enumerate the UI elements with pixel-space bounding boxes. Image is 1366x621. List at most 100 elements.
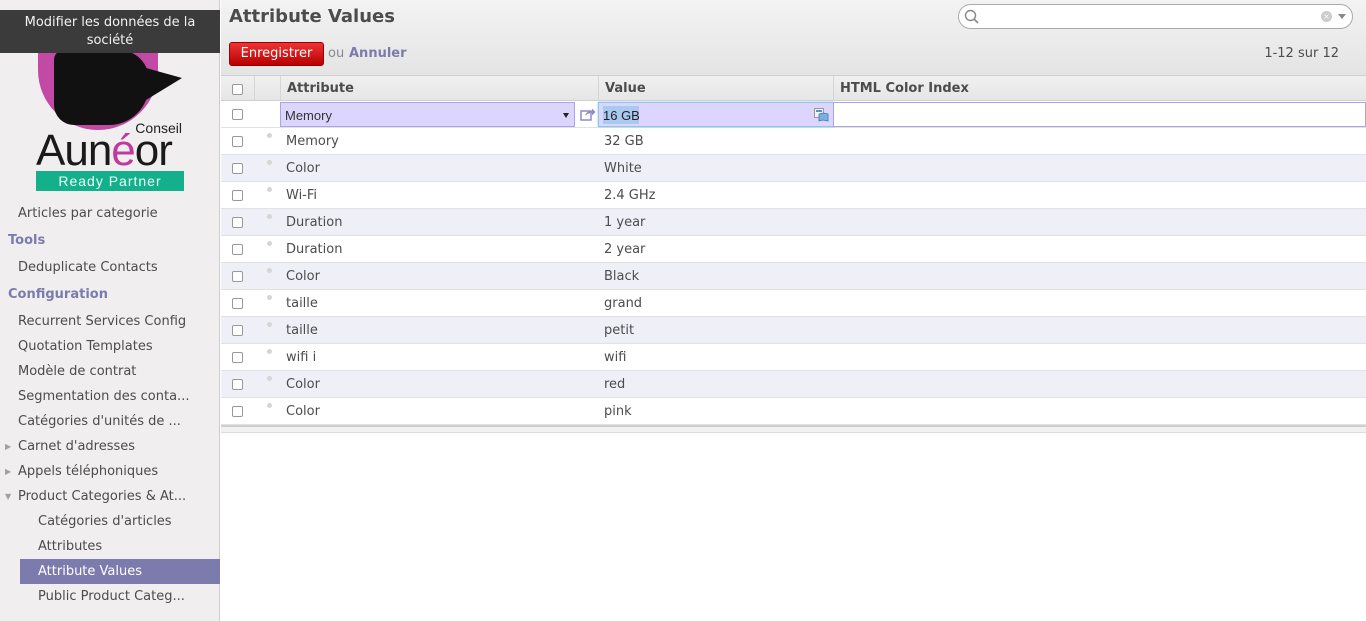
menu-label: Deduplicate Contacts (18, 260, 158, 275)
caret-down-icon[interactable]: ▼ (5, 484, 11, 509)
menu-label: Carnet d'adresses (18, 439, 136, 454)
search-icon (964, 9, 979, 24)
caret-right-icon[interactable]: ▶ (5, 459, 11, 484)
pager: 1-12 sur 12 (1264, 46, 1339, 61)
sidebar-item-recurrent-services-config[interactable]: Recurrent Services Config (0, 309, 220, 334)
table-row[interactable]: Color White (221, 155, 1366, 182)
value-input[interactable] (603, 106, 639, 124)
cell-attribute: wifi i (286, 350, 317, 365)
dropdown-arrow-icon[interactable] (563, 113, 569, 118)
delete-row-icon[interactable] (267, 187, 272, 192)
row-checkbox[interactable] (232, 406, 243, 417)
row-checkbox[interactable] (232, 217, 243, 228)
menu-label: Attributes (38, 539, 103, 554)
table-row[interactable]: Duration 1 year (221, 209, 1366, 236)
search-input[interactable] (981, 8, 1321, 26)
delete-row-icon[interactable] (267, 376, 272, 381)
column-header-value[interactable]: Value (605, 76, 646, 101)
sidebar-item-cat-gories-d-unit-s-de[interactable]: Catégories d'unités de ... (0, 409, 220, 434)
column-header-html-color-index[interactable]: HTML Color Index (840, 76, 969, 101)
sidebar-item-articles-par-categorie[interactable]: Articles par categorie (0, 202, 220, 226)
delete-row-icon[interactable] (267, 295, 272, 300)
menu-label: Catégories d'articles (38, 514, 172, 529)
table-row[interactable]: Memory 32 GB (221, 128, 1366, 155)
cell-value: 1 year (604, 215, 646, 230)
row-checkbox[interactable] (232, 244, 243, 255)
html-color-index-field[interactable] (833, 102, 1366, 127)
sidebar-item-quotation-templates[interactable]: Quotation Templates (0, 334, 220, 359)
delete-row-icon[interactable] (267, 322, 272, 327)
cell-value: Black (604, 269, 640, 284)
logo-badge: Ready Partner (36, 171, 184, 191)
column-separator (598, 76, 599, 101)
html-color-index-input[interactable] (838, 106, 1348, 124)
row-checkbox[interactable] (232, 325, 243, 336)
select-all-checkbox[interactable] (232, 84, 243, 95)
attribute-select[interactable] (280, 102, 575, 127)
sidebar-item-attributes[interactable]: Attributes (0, 534, 220, 559)
translate-icon[interactable] (814, 108, 829, 122)
search-box[interactable]: × (958, 4, 1353, 29)
sidebar-item-mod-le-de-contrat[interactable]: Modèle de contrat (0, 359, 220, 384)
sidebar-item-product-categories-at[interactable]: ▼ Product Categories & At... (0, 484, 220, 509)
table-row[interactable]: wifi i wifi (221, 344, 1366, 371)
cell-attribute: Color (286, 161, 320, 176)
cell-attribute: Duration (286, 215, 343, 230)
table-row[interactable]: Wi-Fi 2.4 GHz (221, 182, 1366, 209)
sidebar-menu: Articles par categorie Tools Deduplicate C… (0, 202, 220, 609)
delete-row-icon[interactable] (267, 133, 272, 138)
table-row[interactable]: taille petit (221, 317, 1366, 344)
delete-row-icon[interactable] (267, 241, 272, 246)
caret-right-icon[interactable]: ▶ (5, 434, 11, 459)
company-logo[interactable]: Modifier les données de la société Conse… (0, 0, 220, 200)
table-row[interactable]: Color red (221, 371, 1366, 398)
delete-row-icon[interactable] (267, 268, 272, 273)
row-checkbox[interactable] (232, 298, 243, 309)
rhino-horn-icon (146, 68, 182, 100)
attribute-input[interactable] (285, 106, 555, 124)
grid-body: Memory 32 GB Color White Wi-Fi 2.4 GHz Duratio… (221, 128, 1366, 425)
menu-label: Quotation Templates (18, 339, 153, 354)
sidebar-item-segmentation-des-conta[interactable]: Segmentation des conta... (0, 384, 220, 409)
table-row[interactable]: Color pink (221, 398, 1366, 425)
rhino-icon (54, 50, 149, 125)
table-row[interactable]: taille grand (221, 290, 1366, 317)
row-checkbox[interactable] (232, 163, 243, 174)
row-checkbox[interactable] (232, 379, 243, 390)
table-row[interactable]: Duration 2 year (221, 236, 1366, 263)
column-header-attribute[interactable]: Attribute (287, 76, 354, 101)
grid-footer (221, 425, 1366, 433)
row-checkbox[interactable] (232, 109, 243, 120)
row-checkbox[interactable] (232, 271, 243, 282)
sidebar-item-deduplicate-contacts[interactable]: Deduplicate Contacts (0, 255, 220, 280)
menu-section-configuration: Configuration (0, 280, 220, 309)
cell-value: pink (604, 404, 632, 419)
menu-section-tools: Tools (0, 226, 220, 255)
column-separator (280, 76, 281, 101)
search-options-dropdown-icon[interactable] (1338, 14, 1346, 19)
delete-row-icon[interactable] (267, 214, 272, 219)
sidebar-item-attribute-values[interactable]: Attribute Values (20, 559, 220, 584)
row-checkbox[interactable] (232, 352, 243, 363)
row-checkbox[interactable] (232, 190, 243, 201)
external-link-icon[interactable] (580, 107, 596, 121)
menu-label: Tools (8, 233, 46, 248)
row-checkbox[interactable] (232, 136, 243, 147)
attribute-values-grid: Attribute Value HTML Color Index Memory 3… (221, 76, 1366, 433)
cell-attribute: Duration (286, 242, 343, 257)
value-field[interactable] (598, 102, 834, 127)
sidebar-item-cat-gories-d-articles[interactable]: Catégories d'articles (0, 509, 220, 534)
cancel-link[interactable]: Annuler (349, 46, 407, 61)
delete-row-icon[interactable] (267, 403, 272, 408)
delete-row-icon[interactable] (267, 160, 272, 165)
delete-row-icon[interactable] (267, 349, 272, 354)
sidebar-item-public-product-categ[interactable]: Public Product Categ... (0, 584, 220, 609)
sidebar-item-carnet-d-adresses[interactable]: ▶ Carnet d'adresses (0, 434, 220, 459)
logo-brand-accent: é (111, 126, 136, 175)
save-button[interactable]: Enregistrer (229, 42, 324, 66)
page-title: Attribute Values (229, 6, 395, 27)
logo-tooltip: Modifier les données de la société (0, 10, 220, 53)
clear-search-icon[interactable]: × (1321, 11, 1332, 22)
table-row[interactable]: Color Black (221, 263, 1366, 290)
sidebar-item-appels-t-l-phoniques[interactable]: ▶ Appels téléphoniques (0, 459, 220, 484)
